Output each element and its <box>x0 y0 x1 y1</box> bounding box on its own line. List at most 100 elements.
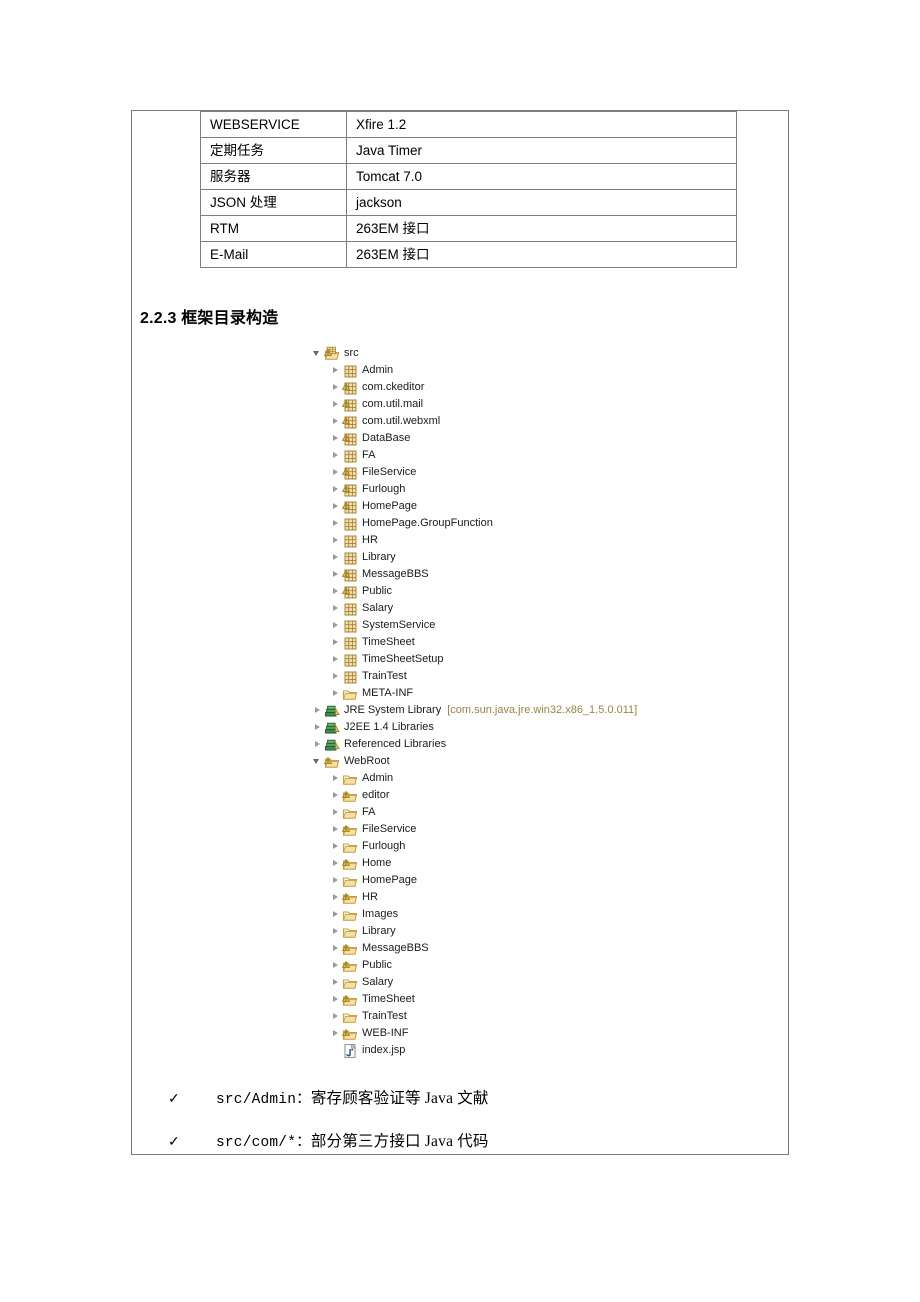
chevron-right-icon[interactable] <box>329 838 342 855</box>
chevron-down-icon[interactable] <box>311 753 324 770</box>
chevron-right-icon[interactable] <box>329 515 342 532</box>
tree-node-label: DataBase <box>362 432 411 444</box>
tree-node[interactable]: J2EE 1.4 Libraries <box>311 719 637 736</box>
chevron-right-icon[interactable] <box>329 668 342 685</box>
tree-node[interactable]: Public <box>329 583 637 600</box>
tree-node[interactable]: Library <box>329 549 637 566</box>
tree-node[interactable]: DataBase <box>329 430 637 447</box>
tree-node[interactable]: FA <box>329 804 637 821</box>
package-icon <box>342 635 358 651</box>
tree-node-label: Public <box>362 959 392 971</box>
chevron-right-icon[interactable] <box>311 702 324 719</box>
tree-node[interactable]: Images <box>329 906 637 923</box>
chevron-right-icon[interactable] <box>329 566 342 583</box>
chevron-right-icon[interactable] <box>329 651 342 668</box>
chevron-right-icon[interactable] <box>329 1025 342 1042</box>
tree-node[interactable]: Admin <box>329 362 637 379</box>
tree-node[interactable]: TimeSheetSetup <box>329 651 637 668</box>
chevron-right-icon[interactable] <box>329 379 342 396</box>
chevron-right-icon[interactable] <box>329 940 342 957</box>
chevron-right-icon[interactable] <box>329 430 342 447</box>
tree-node[interactable]: Furlough <box>329 481 637 498</box>
table-row: E-Mail 263EM 接口 <box>200 241 737 268</box>
tree-node[interactable]: TrainTest <box>329 668 637 685</box>
tree-node[interactable]: WebRoot <box>311 753 637 770</box>
chevron-right-icon[interactable] <box>329 396 342 413</box>
chevron-right-icon[interactable] <box>329 481 342 498</box>
tree-node[interactable]: Library <box>329 923 637 940</box>
chevron-right-icon[interactable] <box>329 787 342 804</box>
tree-node[interactable]: MessageBBS <box>329 566 637 583</box>
tree-node[interactable]: HomePage.GroupFunction <box>329 515 637 532</box>
folder-icon <box>342 771 358 787</box>
tree-node[interactable]: MessageBBS <box>329 940 637 957</box>
tree-node[interactable]: index.jsp <box>329 1042 637 1059</box>
tree-node[interactable]: editor <box>329 787 637 804</box>
tree-node[interactable]: Salary <box>329 600 637 617</box>
tree-node[interactable]: HR <box>329 532 637 549</box>
tree-node[interactable]: Home <box>329 855 637 872</box>
chevron-right-icon[interactable] <box>329 821 342 838</box>
chevron-right-icon[interactable] <box>311 736 324 753</box>
tree-node[interactable]: Furlough <box>329 838 637 855</box>
chevron-right-icon[interactable] <box>329 804 342 821</box>
tree-node[interactable]: src <box>311 345 637 362</box>
chevron-right-icon[interactable] <box>329 447 342 464</box>
tree-node[interactable]: TimeSheet <box>329 991 637 1008</box>
chevron-right-icon[interactable] <box>329 498 342 515</box>
chevron-right-icon[interactable] <box>329 634 342 651</box>
tree-node[interactable]: FileService <box>329 464 637 481</box>
tree-node[interactable]: com.util.mail <box>329 396 637 413</box>
chevron-right-icon[interactable] <box>329 617 342 634</box>
tree-node[interactable]: Public <box>329 957 637 974</box>
chevron-right-icon[interactable] <box>329 600 342 617</box>
table-row: RTM 263EM 接口 <box>200 215 737 242</box>
tree-node[interactable]: JRE System Library [com.sun.java.jre.win3… <box>311 702 637 719</box>
chevron-right-icon[interactable] <box>329 583 342 600</box>
chevron-right-icon[interactable] <box>329 855 342 872</box>
chevron-right-icon[interactable] <box>329 957 342 974</box>
tree-node-label: TrainTest <box>362 670 407 682</box>
spec-table-body: WEBSERVICE Xfire 1.2 定期任务 Java Timer 服务器… <box>200 111 737 268</box>
tree-node[interactable]: TrainTest <box>329 1008 637 1025</box>
chevron-right-icon[interactable] <box>329 923 342 940</box>
chevron-right-icon[interactable] <box>329 549 342 566</box>
tree-node[interactable]: TimeSheet <box>329 634 637 651</box>
chevron-right-icon[interactable] <box>329 770 342 787</box>
chevron-right-icon[interactable] <box>329 906 342 923</box>
project-explorer-tree: src Admin com.ckeditor com.util.mail com.uti… <box>311 345 637 1059</box>
chevron-right-icon[interactable] <box>311 719 324 736</box>
chevron-right-icon[interactable] <box>329 1008 342 1025</box>
chevron-right-icon[interactable] <box>329 362 342 379</box>
chevron-right-icon[interactable] <box>329 991 342 1008</box>
tree-node-label: Furlough <box>362 483 406 495</box>
tree-node[interactable]: SystemService <box>329 617 637 634</box>
chevron-right-icon[interactable] <box>329 872 342 889</box>
chevron-right-icon[interactable] <box>329 464 342 481</box>
tree-node-label: HomePage <box>362 500 418 512</box>
chevron-right-icon[interactable] <box>329 685 342 702</box>
tree-node[interactable]: HR <box>329 889 637 906</box>
tree-node-label: editor <box>362 789 390 801</box>
tree-node[interactable]: META-INF <box>329 685 637 702</box>
chevron-right-icon[interactable] <box>329 974 342 991</box>
tree-node[interactable]: com.util.webxml <box>329 413 637 430</box>
chevron-right-icon[interactable] <box>329 413 342 430</box>
chevron-right-icon[interactable] <box>329 889 342 906</box>
tree-node-label: Referenced Libraries <box>344 738 447 750</box>
tree-node[interactable]: Salary <box>329 974 637 991</box>
folder-icon <box>342 1009 358 1025</box>
tree-node[interactable]: FA <box>329 447 637 464</box>
tree-node-label: SystemService <box>362 619 436 631</box>
spec-key-cell: 定期任务 <box>200 137 347 164</box>
chevron-right-icon[interactable] <box>329 532 342 549</box>
tree-node[interactable]: HomePage <box>329 872 637 889</box>
tree-node[interactable]: Admin <box>329 770 637 787</box>
tree-node[interactable]: com.ckeditor <box>329 379 637 396</box>
chevron-down-icon[interactable] <box>311 345 324 362</box>
tree-node[interactable]: Referenced Libraries <box>311 736 637 753</box>
tree-node[interactable]: HomePage <box>329 498 637 515</box>
tree-node[interactable]: FileService <box>329 821 637 838</box>
tree-node[interactable]: WEB-INF <box>329 1025 637 1042</box>
